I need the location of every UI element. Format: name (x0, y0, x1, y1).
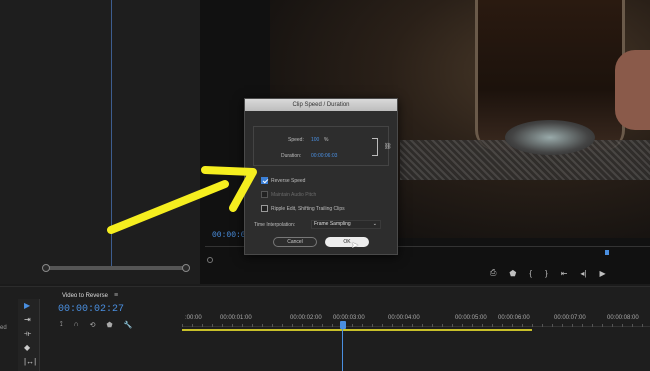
link-bracket (372, 138, 378, 156)
add-marker-icon[interactable]: ⬟ (107, 321, 113, 329)
speed-group: Speed: 100 % Duration: 00:00:06:03 ⛓ (253, 126, 392, 166)
ruler-label: 00:00:07:00 (554, 315, 586, 321)
transport-controls: ⎙ ⬟ { } ⇤ ◂| ▶ (490, 266, 606, 280)
step-back-icon[interactable]: ◂| (580, 269, 586, 278)
ruler-label: 00:00:02:00 (290, 315, 322, 321)
sequence-timecode[interactable]: 00:00:02:27 (58, 304, 124, 315)
panel-edge-label: ed (0, 325, 7, 331)
go-to-in-icon[interactable]: ⇤ (561, 269, 568, 278)
program-scroll-handle[interactable] (207, 257, 213, 263)
program-playhead[interactable] (605, 250, 609, 255)
arrow-shaft (107, 180, 229, 234)
scrollbar-right-handle[interactable] (182, 264, 190, 272)
export-frame-icon[interactable]: ⎙ (490, 268, 496, 278)
play-icon[interactable]: ▶ (600, 269, 606, 278)
speed-label: Speed: (288, 137, 304, 143)
yellow-arrow-annotation (107, 166, 257, 234)
duration-value[interactable]: 00:00:06:03 (311, 153, 337, 159)
wrench-icon[interactable]: 🔧 (124, 321, 133, 329)
chain-link-icon[interactable]: ⛓ (384, 143, 392, 150)
razor-tool-icon[interactable]: ◆ (24, 343, 30, 352)
timeline-panel: ed ▶ ⇥ ⟛ ◆ |↔| Video to Reverse ≡ 00:00:… (0, 286, 650, 371)
mark-in-icon[interactable]: { (529, 269, 532, 278)
work-area-bar[interactable] (182, 329, 532, 331)
linked-selection-icon[interactable]: ⟲ (90, 321, 96, 329)
slip-tool-icon[interactable]: |↔| (24, 357, 36, 366)
ripple-edit-checkbox[interactable]: Ripple Edit, Shifting Trailing Clips (261, 205, 345, 212)
ripple-edit-tool-icon[interactable]: ⟛ (24, 329, 31, 339)
maintain-audio-pitch-checkbox[interactable]: Maintain Audio Pitch (261, 191, 316, 198)
ok-button[interactable]: OK (325, 237, 369, 247)
ruler-label: 00:00:04:00 (388, 315, 420, 321)
mark-out-icon[interactable]: } (545, 269, 548, 278)
dialog-title[interactable]: Clip Speed / Duration (245, 99, 397, 111)
speed-value[interactable]: 100 (311, 137, 319, 143)
sequence-tools: ⟟ ∩ ⟲ ⬟ 🔧 (60, 321, 132, 329)
tools-panel: ▶ ⇥ ⟛ ◆ |↔| (18, 299, 40, 371)
ruler-label: 00:00:06:00 (498, 315, 530, 321)
ruler-label: 00:00:01:00 (220, 315, 252, 321)
sequence-tab[interactable]: Video to Reverse (62, 293, 108, 299)
glass-base-image (505, 120, 595, 155)
maintain-audio-pitch-label: Maintain Audio Pitch (271, 191, 317, 198)
chevron-down-icon: ⌄ (372, 221, 377, 227)
duration-label: Duration: (281, 153, 302, 159)
reverse-speed-checkbox[interactable]: Reverse Speed (261, 177, 305, 184)
nest-icon[interactable]: ⟟ (60, 321, 63, 329)
speed-unit: % (324, 137, 329, 143)
ripple-edit-label: Ripple Edit, Shifting Trailing Clips (271, 205, 345, 212)
snap-icon[interactable]: ∩ (74, 321, 79, 329)
time-interpolation-value: Frame Sampling (314, 221, 351, 227)
clip-speed-dialog: Clip Speed / Duration Speed: 100 % Durat… (244, 98, 398, 255)
source-zoom-scrollbar[interactable] (42, 264, 190, 272)
ruler-ticks (182, 324, 650, 327)
playhead-line (342, 329, 343, 371)
panel-menu-icon[interactable]: ≡ (114, 292, 118, 299)
cancel-button[interactable]: Cancel (273, 237, 317, 247)
marker-icon[interactable]: ⬟ (509, 269, 516, 278)
time-interpolation-select[interactable]: Frame Sampling ⌄ (311, 220, 381, 229)
ruler-label: 00:00:05:00 (455, 315, 487, 321)
playhead-handle[interactable] (340, 321, 346, 329)
hand-image (615, 50, 650, 130)
reverse-speed-label: Reverse Speed (271, 177, 306, 184)
ruler-label: 00:00:03:00 (333, 315, 365, 321)
track-select-tool-icon[interactable]: ⇥ (24, 315, 31, 324)
ruler-label: :00:00 (185, 315, 202, 321)
selection-tool-icon[interactable]: ▶ (24, 301, 30, 310)
mouse-cursor-icon: ➤ (351, 240, 359, 250)
source-monitor (0, 0, 200, 284)
scrollbar-left-handle[interactable] (42, 264, 50, 272)
ruler-label: 00:00:08:00 (607, 315, 639, 321)
